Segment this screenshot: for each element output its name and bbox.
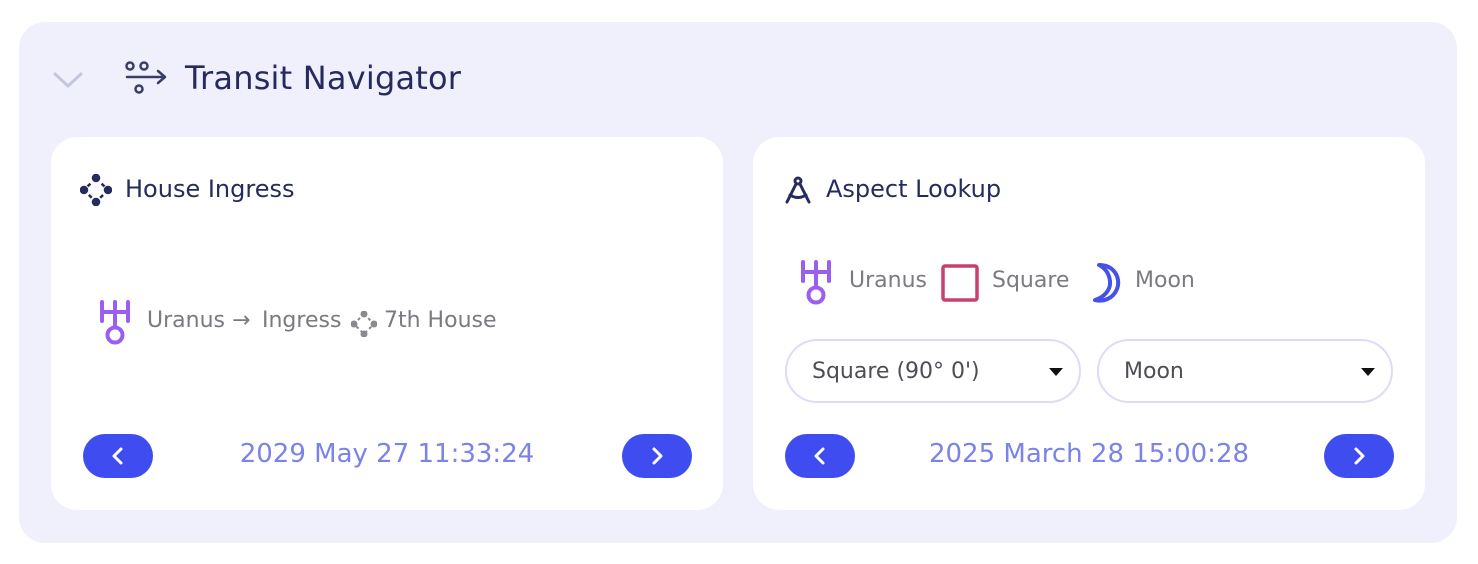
ingress-planet: Uranus <box>147 308 225 333</box>
chevron-left-icon <box>814 447 825 465</box>
uranus-icon <box>100 300 130 345</box>
ingress-house: 7th House <box>384 308 497 333</box>
prev-ingress-button[interactable] <box>83 434 153 478</box>
transit-arrows-icon <box>125 61 167 94</box>
square-aspect-icon <box>941 264 979 302</box>
target-planet-select[interactable]: Moon <box>1097 339 1393 403</box>
caret-down-icon <box>1049 368 1063 376</box>
aspect-lookup-card: Aspect Lookup Uranus Square Moon Square … <box>753 137 1425 510</box>
panel-title: Transit Navigator <box>185 59 462 97</box>
chevron-right-icon <box>1354 447 1365 465</box>
compass-icon <box>785 176 811 204</box>
next-aspect-button[interactable] <box>1324 434 1394 478</box>
aspect-date: 2025 March 28 15:00:28 <box>928 439 1250 469</box>
house-icon <box>80 174 112 206</box>
chevron-left-icon <box>112 447 123 465</box>
chevron-right-icon <box>652 447 663 465</box>
aspect-name: Square <box>992 268 1070 293</box>
aspect-lookup-title: Aspect Lookup <box>826 175 1002 203</box>
house-small-icon <box>351 311 377 337</box>
house-ingress-card: House Ingress Uranus → Ingress 7th House <box>51 137 723 510</box>
ingress-date: 2029 May 27 11:33:24 <box>239 439 535 469</box>
ingress-action: Ingress <box>262 308 342 333</box>
caret-down-icon <box>1361 368 1375 376</box>
aspect-target: Moon <box>1135 268 1195 293</box>
target-select-value: Moon <box>1124 359 1184 384</box>
next-ingress-button[interactable] <box>622 434 692 478</box>
ingress-arrow: → <box>232 308 251 333</box>
prev-aspect-button[interactable] <box>785 434 855 478</box>
aspect-planet: Uranus <box>849 268 927 293</box>
house-ingress-title: House Ingress <box>125 175 295 203</box>
moon-icon <box>1093 263 1121 303</box>
aspect-select[interactable]: Square (90° 0') <box>785 339 1081 403</box>
chevron-down-icon[interactable] <box>51 68 85 92</box>
aspect-select-value: Square (90° 0') <box>812 359 980 384</box>
uranus-icon <box>801 260 831 305</box>
